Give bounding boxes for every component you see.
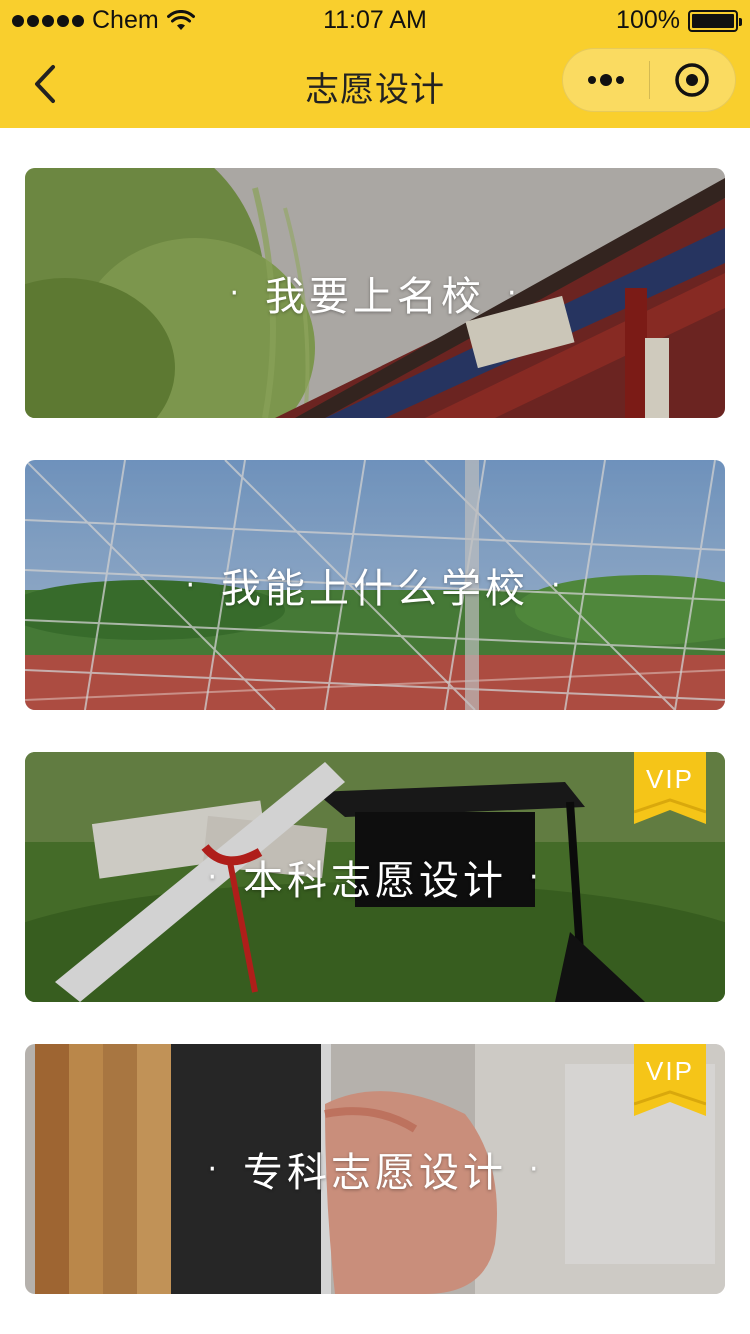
- target-close-icon: [675, 63, 709, 97]
- vip-badge: VIP: [633, 752, 707, 824]
- vip-badge: VIP: [633, 1044, 707, 1116]
- more-dots-icon: [587, 74, 624, 86]
- vip-label: VIP: [646, 764, 694, 794]
- card-undergraduate-plan[interactable]: · 本科志愿设计 · VIP: [25, 752, 725, 1002]
- status-bar: Chem 11:07 AM 100%: [0, 0, 750, 40]
- card-label: · 我要上名校 ·: [25, 168, 725, 418]
- status-right: 100%: [616, 6, 742, 35]
- card-title: 我要上名校: [265, 274, 485, 320]
- card-label: · 我能上什么学校 ·: [25, 460, 725, 710]
- vip-label: VIP: [646, 1056, 694, 1086]
- battery-percentage: 100%: [616, 6, 680, 34]
- battery-icon: [688, 9, 742, 32]
- card-label: · 专科志愿设计 ·: [25, 1044, 725, 1294]
- card-label: · 本科志愿设计 ·: [25, 752, 725, 1002]
- card-title: 本科志愿设计: [243, 858, 507, 904]
- miniprogram-capsule: [562, 48, 736, 112]
- card-title: 我能上什么学校: [221, 566, 529, 612]
- close-button[interactable]: [650, 48, 736, 112]
- app-header: Chem 11:07 AM 100% 志愿设计: [0, 0, 750, 128]
- more-button[interactable]: [563, 48, 649, 112]
- card-college-plan[interactable]: · 专科志愿设计 · VIP: [25, 1044, 725, 1294]
- card-title: 专科志愿设计: [243, 1150, 507, 1196]
- card-famous-school[interactable]: · 我要上名校 ·: [25, 168, 725, 418]
- card-which-school[interactable]: · 我能上什么学校 ·: [25, 460, 725, 710]
- navigation-bar: 志愿设计: [0, 40, 750, 128]
